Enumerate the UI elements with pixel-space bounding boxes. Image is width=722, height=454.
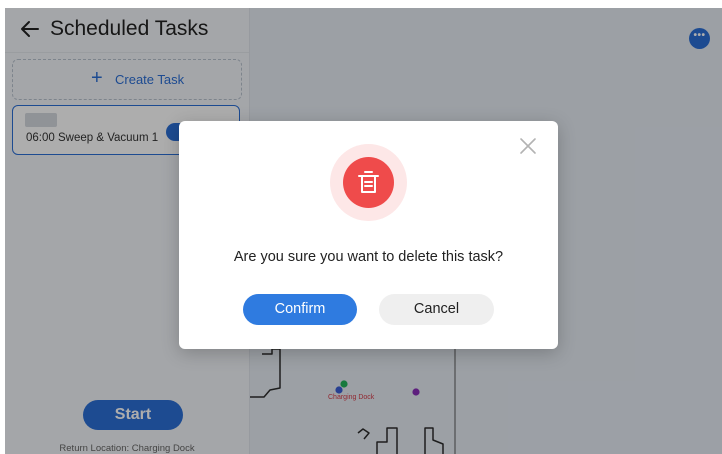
confirm-button[interactable]: Confirm: [243, 294, 357, 325]
trash-icon-halo: [330, 144, 407, 221]
delete-confirm-dialog: Are you sure you want to delete this tas…: [179, 121, 558, 349]
app-frame: Scheduled Tasks + Create Task 06:00 Swee…: [5, 8, 722, 454]
close-icon[interactable]: [519, 137, 537, 155]
trash-icon: [343, 157, 394, 208]
dialog-message: Are you sure you want to delete this tas…: [233, 249, 504, 265]
cancel-button[interactable]: Cancel: [379, 294, 494, 325]
